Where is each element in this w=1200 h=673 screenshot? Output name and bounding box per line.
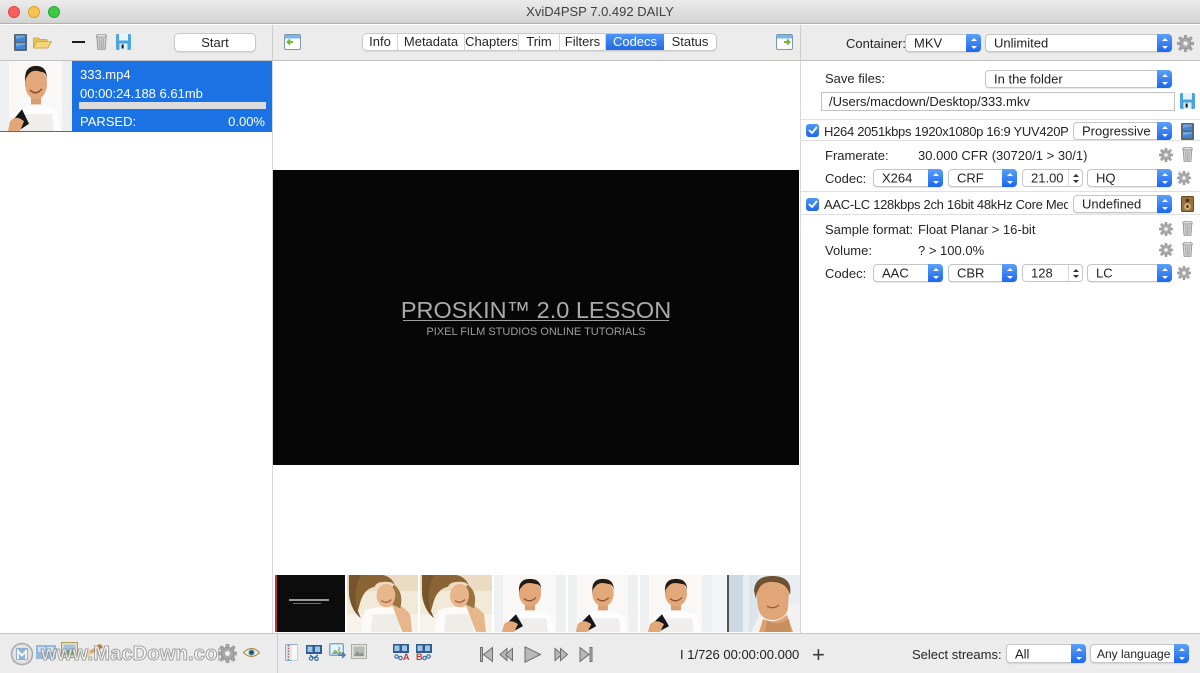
svg-text:B: B xyxy=(416,652,423,661)
svg-text:A: A xyxy=(403,652,410,661)
